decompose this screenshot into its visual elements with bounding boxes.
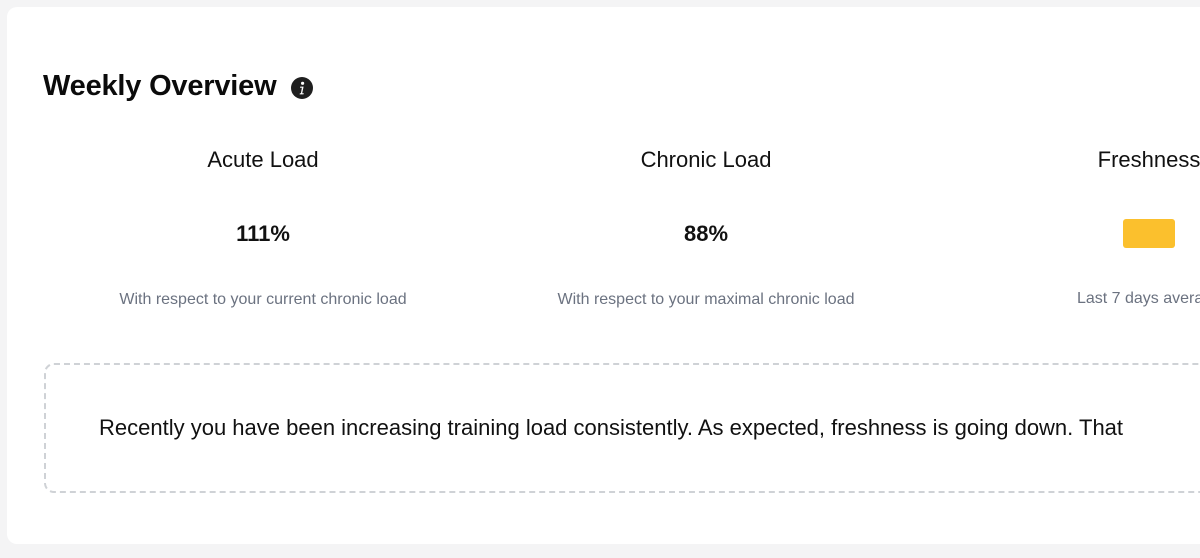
info-icon[interactable] [291,77,314,99]
metric-freshness: Freshness Last 7 days average [929,145,1200,310]
insight-text: Recently you have been increasing traini… [99,415,1124,440]
metric-subtitle: With respect to your maximal chronic loa… [557,291,855,308]
card-title: Weekly Overview [43,69,277,102]
metric-value: 111% [236,221,290,246]
metric-chronic-load: Chronic Load 88% With respect to your ma… [486,145,926,311]
metric-label: Chronic Load [640,147,772,172]
metric-label: Acute Load [207,147,319,172]
page: Weekly Overview Acute Load 111% With res… [0,0,1200,558]
metric-subtitle: Last 7 days average [1076,290,1200,307]
metric-acute-load: Acute Load 111% With respect to your cur… [43,145,483,311]
freshness-indicator [1123,219,1175,248]
metric-label: Freshness [1097,147,1200,172]
metric-subtitle: With respect to your current chronic loa… [119,291,407,308]
metric-value: 88% [683,221,729,246]
card-header: Weekly Overview [43,66,314,106]
insight-box: Recently you have been increasing traini… [44,363,1200,493]
